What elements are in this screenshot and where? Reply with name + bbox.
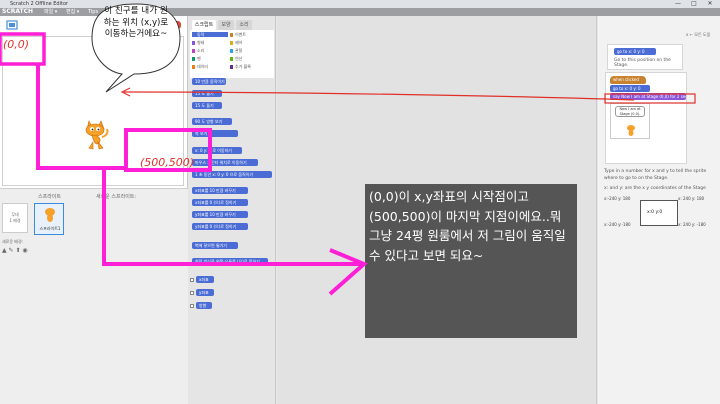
- block-change-x[interactable]: x좌표를 10 만큼 바꾸기: [192, 187, 248, 194]
- palette-tabs: 스크립트 모양 소리: [188, 20, 276, 30]
- menu-tips[interactable]: Tips: [88, 8, 98, 16]
- presentation-mode-icon[interactable]: [6, 20, 18, 30]
- tab-scripts[interactable]: 스크립트: [192, 20, 216, 30]
- stop-icon[interactable]: [172, 20, 182, 30]
- tip-text: Type in a number for x and y to tell the…: [604, 168, 714, 192]
- category-sensing[interactable]: 관찰: [230, 48, 242, 53]
- cat-sprite[interactable]: [83, 117, 111, 153]
- new-sprite-label: 새로운 스프라이트:: [96, 194, 137, 200]
- script-area[interactable]: (0,0)이 x,y좌표의 시작점이고 (500,500)이 마지막 지점이에요…: [277, 16, 597, 404]
- stage-thumb-sub: 1 배경: [9, 218, 21, 223]
- tip-paragraph: Type in a number for x and y to tell the…: [604, 169, 707, 181]
- coord-center: x:0 y:0: [647, 210, 663, 215]
- tip-script-go-block: go to x: 0 y: 0: [610, 85, 650, 92]
- menu-file[interactable]: 파일 ▾: [44, 8, 57, 16]
- block-point-direction[interactable]: 90 도 방향 보기: [192, 118, 232, 125]
- tip-speech-bubble: Now I am at Stage (0,0).: [615, 106, 645, 117]
- stage-panel: 스프라이트 새로운 스프라이트: 무대 1 배경 스프라이트1 새로운 배경: …: [0, 16, 188, 404]
- tip-block-desc: Go to this position on the Stage.: [614, 58, 671, 68]
- stage-thumbnail[interactable]: 무대 1 배경: [2, 203, 28, 233]
- block-rotation-style[interactable]: 회전 방식을 왼쪽-오른쪽 (으)로 정하기: [192, 258, 268, 265]
- maximize-button[interactable]: □: [686, 0, 702, 8]
- reporter-x-position[interactable]: x좌표: [196, 276, 214, 283]
- block-turn-right[interactable]: 15 도 돌기: [192, 90, 222, 97]
- block-glide[interactable]: 1 초 동안 x: 0 y: 0 으로 움직이기: [192, 171, 272, 178]
- category-more-blocks[interactable]: 추가 블록: [230, 64, 251, 69]
- block-move-steps[interactable]: 10 만큼 움직이기: [192, 78, 226, 85]
- window-title: Scratch 2 Offline Editor: [10, 1, 69, 7]
- block-bounce[interactable]: 벽에 닿으면 튕기기: [192, 242, 238, 249]
- tip-cat-icon: [627, 125, 635, 136]
- category-motion[interactable]: 동작: [192, 32, 228, 37]
- reporter-direction[interactable]: 방향: [196, 302, 212, 309]
- menu-edit[interactable]: 편집 ▾: [66, 8, 79, 16]
- tips-panel: x ← 모든 도움 go to x: 0 y: 0 Go to this pos…: [598, 16, 720, 404]
- category-looks[interactable]: 형태: [192, 40, 204, 45]
- block-palette: 스크립트 모양 소리 동작 형태 소리 펜 데이터 이벤트 제어 관찰 연산 추…: [188, 16, 276, 404]
- tip-paragraph-2: x: and y: are the x y coordinates of the…: [604, 186, 706, 191]
- sprite-thumb-label: 스프라이트1: [39, 226, 61, 231]
- annotation-note: (0,0)이 x,y좌표의 시작점이고 (500,500)이 마지막 지점이에요…: [365, 184, 577, 338]
- tip-go-to-block: go to x: 0 y: 0: [614, 48, 656, 55]
- category-data[interactable]: 데이터: [192, 64, 208, 69]
- block-go-to-xy[interactable]: x: 0 y: 0 로 이동하기: [192, 147, 242, 154]
- block-set-y[interactable]: y좌표를 0 (으)로 정하기: [192, 223, 248, 230]
- coordinate-diagram: x:-240 y: 180 x: 240 y: 180 x:-240 y:-18…: [604, 192, 714, 242]
- category-pen[interactable]: 펜: [192, 56, 201, 61]
- sprite-thumbnail[interactable]: 스프라이트1: [34, 203, 64, 235]
- tip-stage-preview: Now I am at Stage (0,0).: [610, 103, 650, 139]
- block-turn-left[interactable]: 15 도 돌기: [192, 102, 222, 109]
- scratch-editor: Scratch 2 Offline Editor — □ ✕ SCRATCH 파…: [0, 0, 720, 404]
- coord-stage-box: x:0 y:0: [640, 200, 678, 226]
- category-control[interactable]: 제어: [230, 40, 242, 45]
- tip-block-card: go to x: 0 y: 0 Go to this position on t…: [607, 44, 683, 70]
- coord-top-left: x:-240 y: 180: [604, 196, 631, 201]
- category-events[interactable]: 이벤트: [230, 32, 246, 37]
- coord-bottom-left: x:-240 y:-180: [604, 222, 631, 227]
- coord-bottom-right: x: 240 y: -180: [678, 222, 706, 227]
- stage-canvas[interactable]: [2, 36, 184, 186]
- tip-when-flag-block: when clicked: [610, 76, 646, 84]
- checkbox-x-position[interactable]: [190, 278, 194, 282]
- sprite-pane: 스프라이트 새로운 스프라이트: 무대 1 배경 스프라이트1 새로운 배경: …: [0, 188, 188, 404]
- block-go-to-mouse[interactable]: 마우스 포인터 위치로 이동하기: [192, 159, 258, 166]
- checkbox-direction[interactable]: [190, 304, 194, 308]
- speech-bubble-text: 이 친구를 내가 원하는 위치 (x,y)로 이동하는거에요~: [103, 6, 169, 40]
- checkbox-y-position[interactable]: [190, 291, 194, 295]
- tip-example-card: when clicked go to x: 0 y: 0 say Now I a…: [605, 72, 687, 164]
- backdrop-tools-icon[interactable]: ▲ ✎ ⬆ ◉: [2, 247, 28, 254]
- new-backdrop-label: 새로운 배경:: [2, 239, 24, 244]
- scratch-logo: SCRATCH: [2, 8, 34, 15]
- category-list: 동작 형태 소리 펜 데이터 이벤트 제어 관찰 연산 추가 블록: [190, 30, 274, 78]
- reporter-y-position[interactable]: y좌표: [196, 289, 214, 296]
- category-operators[interactable]: 연산: [230, 56, 242, 61]
- block-point-towards[interactable]: 쪽 보기: [192, 130, 238, 137]
- tips-header[interactable]: x ← 모든 도움: [686, 32, 710, 38]
- block-set-x[interactable]: x좌표를 0 (으)로 정하기: [192, 199, 248, 206]
- sprites-header: 스프라이트: [38, 194, 62, 200]
- category-sound[interactable]: 소리: [192, 48, 204, 53]
- minimize-button[interactable]: —: [670, 0, 686, 8]
- coord-top-right: x: 240 y: 180: [678, 196, 705, 201]
- tip-script-say-block: say Now I am at Stage (0,0) for 2 secs: [610, 93, 686, 100]
- close-button[interactable]: ✕: [702, 0, 718, 8]
- tab-costumes[interactable]: 모양: [218, 20, 234, 30]
- tab-sounds[interactable]: 소리: [236, 20, 252, 30]
- block-change-y[interactable]: y좌표를 10 만큼 바꾸기: [192, 211, 248, 218]
- cat-thumb-icon: [45, 208, 55, 222]
